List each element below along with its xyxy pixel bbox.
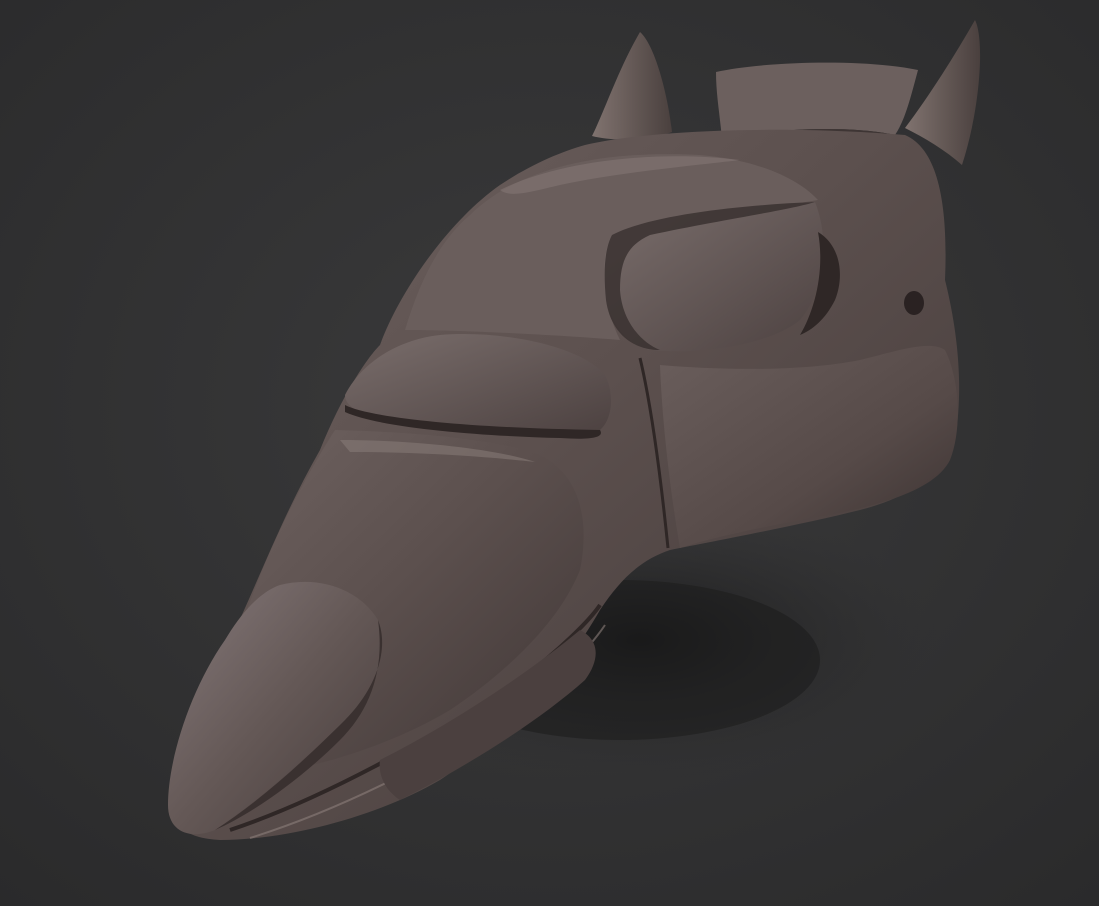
ear-hole — [904, 291, 924, 315]
back-crest — [716, 62, 918, 140]
sculpt-viewport[interactable] — [0, 0, 1099, 906]
